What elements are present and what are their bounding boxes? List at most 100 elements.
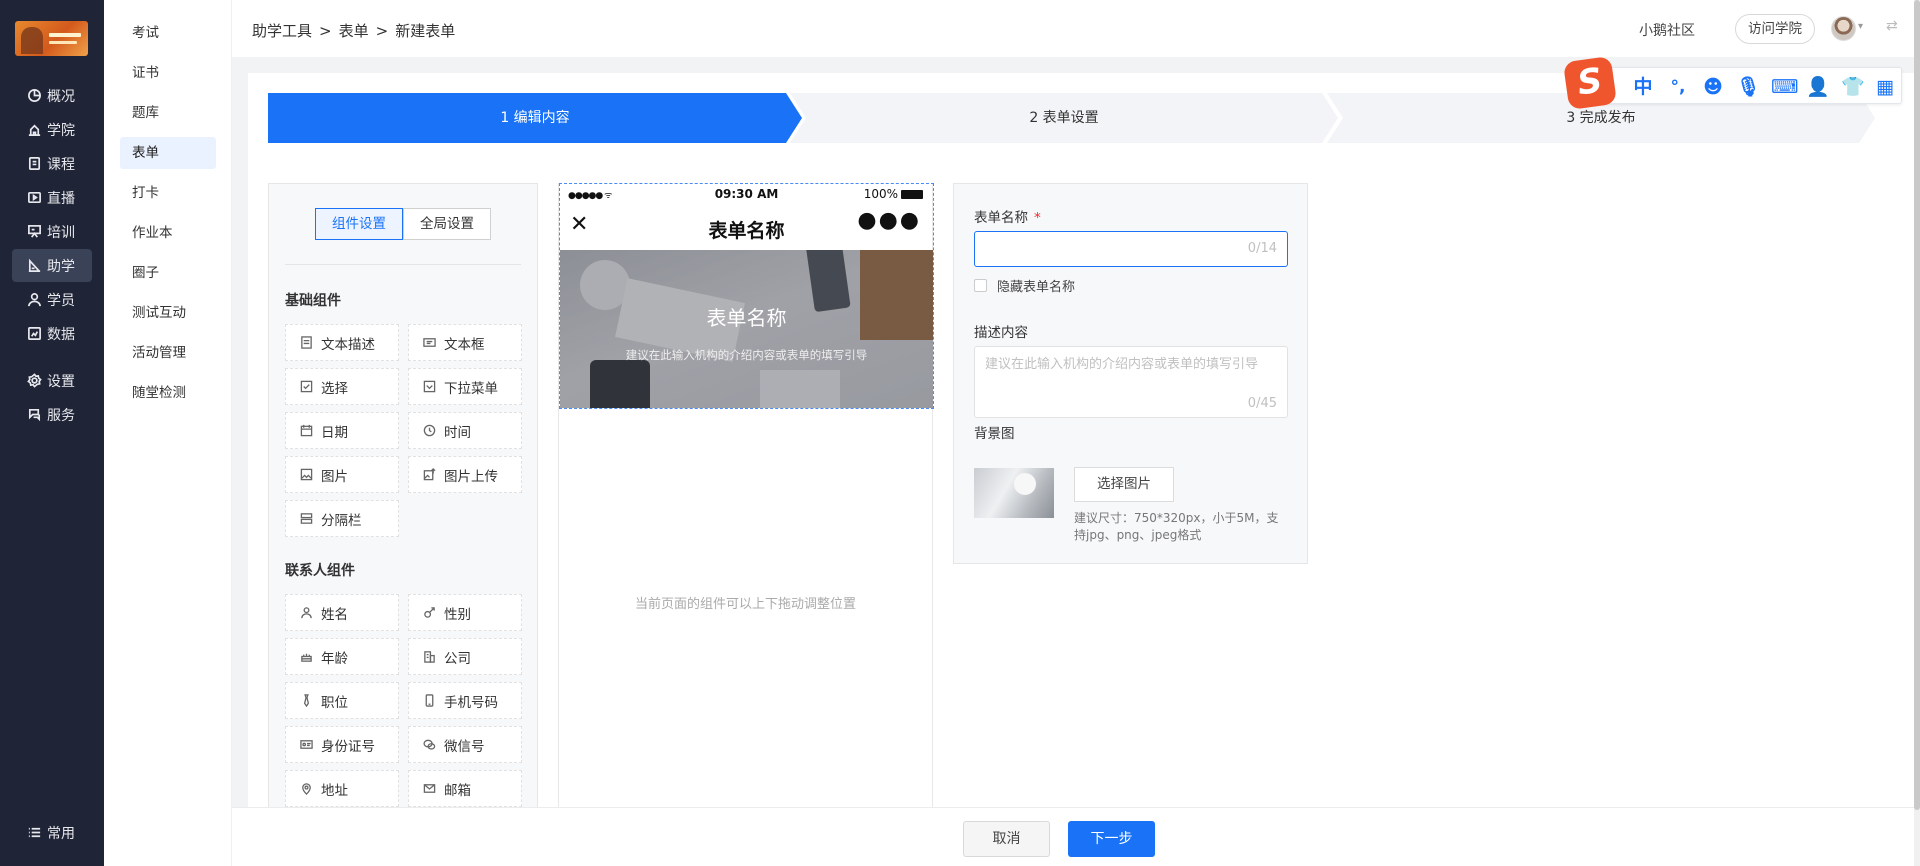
component-time[interactable]: 时间 bbox=[408, 412, 522, 449]
avatar[interactable] bbox=[1831, 16, 1856, 41]
component-email[interactable]: 邮箱 bbox=[408, 770, 522, 807]
nav-item-students[interactable]: 学员 bbox=[12, 283, 92, 316]
component-checkbox[interactable]: 选择 bbox=[285, 368, 399, 405]
nav-item-settings[interactable]: 设置 bbox=[12, 364, 92, 397]
pie-chart-icon bbox=[28, 89, 41, 102]
study-icon bbox=[28, 258, 41, 272]
component-company[interactable]: 公司 bbox=[408, 638, 522, 675]
step-edit-content: 1 编辑内容 bbox=[268, 93, 802, 143]
visit-school-button[interactable]: 访问学院 bbox=[1735, 14, 1815, 44]
nav-item-service[interactable]: 服务 bbox=[12, 398, 92, 431]
ime-language-toggle[interactable]: 中 bbox=[1631, 75, 1655, 99]
components-tabs: 组件设置 全局设置 bbox=[315, 208, 491, 240]
description-textarea[interactable]: 建议在此输入机构的介绍内容或表单的填写引导 0/45 bbox=[974, 346, 1288, 418]
image-icon bbox=[300, 468, 313, 481]
breadcrumb-study-tools[interactable]: 助学工具 bbox=[252, 22, 312, 40]
nav-item-common[interactable]: 常用 bbox=[12, 816, 92, 849]
cake-icon bbox=[301, 653, 312, 662]
nav-item-overview[interactable]: 概况 bbox=[12, 79, 92, 112]
component-dropdown[interactable]: 下拉菜单 bbox=[408, 368, 522, 405]
nav-item-training[interactable]: 培训 bbox=[12, 215, 92, 248]
checkbox-icon bbox=[300, 380, 313, 393]
brand-logo[interactable] bbox=[15, 21, 88, 56]
emoji-icon[interactable]: ☻ bbox=[1701, 75, 1725, 99]
footer-bar: 取消 下一步 bbox=[232, 807, 1920, 866]
course-icon bbox=[28, 157, 41, 170]
switch-icon[interactable]: ⇄ bbox=[1886, 18, 1898, 34]
header-settings-panel: 表单名称 * 0/14 隐藏表单名称 描述内容 建议在此输入机构的介绍内容或表单的… bbox=[953, 183, 1308, 564]
scrollbar-thumb[interactable] bbox=[1914, 0, 1920, 810]
caret-down-icon[interactable]: ▾ bbox=[1858, 21, 1863, 32]
sub-item-certificate[interactable]: 证书 bbox=[120, 57, 216, 89]
component-age[interactable]: 年龄 bbox=[285, 638, 399, 675]
community-link[interactable]: 小鹅社区 bbox=[1639, 20, 1695, 40]
sub-item-quiz-interaction[interactable]: 测试互动 bbox=[120, 297, 216, 329]
nav-item-school[interactable]: 学院 bbox=[12, 113, 92, 146]
ime-punctuation-toggle[interactable]: °, bbox=[1666, 75, 1690, 99]
name-char-count: 0/14 bbox=[1247, 241, 1277, 256]
sub-item-exam[interactable]: 考试 bbox=[120, 17, 216, 49]
building-icon bbox=[424, 651, 435, 663]
top-header: 助学工具 > 表单 > 新建表单 小鹅社区 访问学院 ▾ ⇄ bbox=[232, 0, 1920, 57]
more-icon[interactable]: ●●● bbox=[857, 208, 921, 233]
form-name-input[interactable]: 0/14 bbox=[974, 231, 1288, 267]
component-text-description[interactable]: 文本描述 bbox=[285, 324, 399, 361]
component-phone[interactable]: 手机号码 bbox=[408, 682, 522, 719]
live-icon bbox=[28, 191, 41, 204]
battery-icon bbox=[901, 190, 923, 199]
component-image-upload[interactable]: 图片上传 bbox=[408, 456, 522, 493]
status-bar: ●●●●● ᯤ 09:30 AM 100% bbox=[560, 184, 933, 204]
sub-item-checkin[interactable]: 打卡 bbox=[120, 177, 216, 209]
component-date[interactable]: 日期 bbox=[285, 412, 399, 449]
hide-name-checkbox[interactable]: 隐藏表单名称 bbox=[974, 276, 1075, 295]
component-name[interactable]: 姓名 bbox=[285, 594, 399, 631]
component-text-field[interactable]: 文本框 bbox=[408, 324, 522, 361]
next-step-button[interactable]: 下一步 bbox=[1068, 821, 1155, 857]
microphone-icon[interactable]: 🎙 bbox=[1736, 75, 1760, 99]
keyboard-icon[interactable]: ⌨ bbox=[1771, 75, 1798, 99]
choose-image-button[interactable]: 选择图片 bbox=[1074, 467, 1174, 502]
sub-sidebar: 考试 证书 题库 表单 打卡 作业本 圈子 测试互动 活动管理 随堂检测 bbox=[104, 0, 232, 866]
skin-icon[interactable]: 👕 bbox=[1841, 75, 1865, 99]
textbox-icon bbox=[423, 338, 436, 347]
sub-item-activity[interactable]: 活动管理 bbox=[120, 337, 216, 369]
component-separator[interactable]: 分隔栏 bbox=[285, 500, 399, 537]
tab-global-settings[interactable]: 全局设置 bbox=[403, 208, 491, 240]
component-gender[interactable]: 性别 bbox=[408, 594, 522, 631]
banner-description: 建议在此输入机构的介绍内容或表单的填写引导 bbox=[625, 348, 868, 362]
component-wechat[interactable]: 微信号 bbox=[408, 726, 522, 763]
sub-item-question-bank[interactable]: 题库 bbox=[120, 97, 216, 129]
account-icon[interactable]: 👤 bbox=[1806, 75, 1830, 99]
breadcrumb-form[interactable]: 表单 bbox=[339, 22, 369, 40]
component-id-card[interactable]: 身份证号 bbox=[285, 726, 399, 763]
mail-icon bbox=[423, 784, 436, 793]
sub-item-homework[interactable]: 作业本 bbox=[120, 217, 216, 249]
sub-item-circle[interactable]: 圈子 bbox=[120, 257, 216, 289]
cancel-button[interactable]: 取消 bbox=[963, 821, 1050, 857]
nav-item-study[interactable]: 助学 bbox=[12, 249, 92, 282]
gear-icon bbox=[27, 373, 42, 388]
tab-component-settings[interactable]: 组件设置 bbox=[315, 208, 403, 240]
main-sidebar: 概况 学院 课程 直播 培训 助学 学员 数据 设置 服务 常用 bbox=[0, 0, 104, 866]
image-upload-icon bbox=[423, 468, 436, 481]
form-header-block[interactable]: ●●●●● ᯤ 09:30 AM 100% ✕ 表单名称 ●●● 表单名称 建议… bbox=[559, 183, 934, 409]
location-icon bbox=[302, 783, 311, 795]
form-banner: 表单名称 建议在此输入机构的介绍内容或表单的填写引导 bbox=[560, 250, 933, 408]
phone-title-bar: ✕ 表单名称 ●●● bbox=[560, 204, 933, 248]
toolbox-icon[interactable]: ▦ bbox=[1873, 75, 1897, 99]
phone-preview: ●●●●● ᯤ 09:30 AM 100% ✕ 表单名称 ●●● 表单名称 建议… bbox=[558, 183, 934, 823]
component-address[interactable]: 地址 bbox=[285, 770, 399, 807]
nav-item-live[interactable]: 直播 bbox=[12, 181, 92, 214]
sogou-logo[interactable]: S bbox=[1562, 55, 1618, 111]
description-placeholder: 建议在此输入机构的介绍内容或表单的填写引导 bbox=[985, 357, 1259, 372]
nav-item-data[interactable]: 数据 bbox=[12, 317, 92, 350]
page-scrollbar[interactable] bbox=[1914, 0, 1920, 866]
component-image[interactable]: 图片 bbox=[285, 456, 399, 493]
sub-item-class-test[interactable]: 随堂检测 bbox=[120, 377, 216, 409]
component-position[interactable]: 职位 bbox=[285, 682, 399, 719]
id-card-icon bbox=[300, 740, 313, 749]
components-panel: 组件设置 全局设置 基础组件 文本描述 文本框 选择 下拉菜单 日期 时间 图片… bbox=[268, 183, 538, 823]
sub-item-form[interactable]: 表单 bbox=[120, 137, 216, 169]
clock-icon bbox=[423, 424, 436, 437]
nav-item-course[interactable]: 课程 bbox=[12, 147, 92, 180]
